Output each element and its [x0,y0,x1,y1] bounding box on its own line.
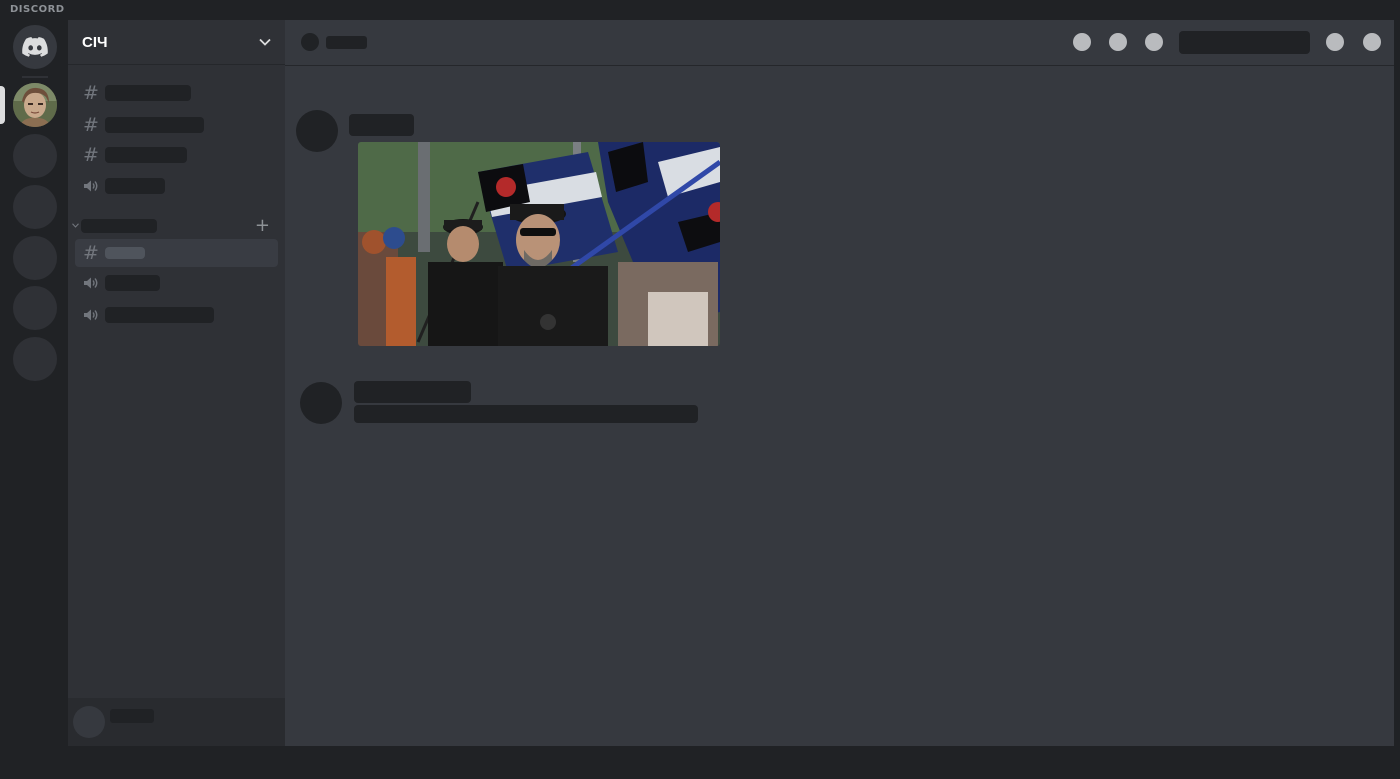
channel-item-voice[interactable] [75,269,278,297]
message-image-attachment[interactable] [358,142,720,346]
speaker-icon [82,179,100,193]
speaker-icon [82,308,100,322]
username-placeholder [110,709,154,723]
hashtag-icon: # [83,114,99,136]
channel-sidebar: СІЧ # # # + # [68,20,285,746]
user-panel [68,698,285,746]
circle-icon[interactable] [1109,33,1127,51]
server-header[interactable]: СІЧ [68,20,285,65]
message-avatar[interactable] [300,382,342,424]
server-name: СІЧ [82,33,108,51]
channel-name-placeholder [105,178,165,194]
chat-area [285,20,1394,746]
circle-icon[interactable] [1363,33,1381,51]
guild-separator [22,76,48,78]
channel-item-voice[interactable] [75,172,278,200]
guild-icon[interactable] [13,337,57,381]
channel-title-placeholder [326,36,367,49]
message-avatar[interactable] [296,110,338,152]
attachment-photo [358,142,720,346]
hashtag-icon: # [83,242,99,264]
channel-name-placeholder [105,147,187,163]
chevron-down-icon [72,221,81,231]
channel-item-text[interactable]: # [75,79,278,107]
discord-app: DISCORD СІЧ # # # + # [0,0,1400,779]
circle-icon[interactable] [1073,33,1091,51]
channel-icon-placeholder [301,33,319,51]
discord-logo-icon [22,37,48,57]
guild-icon[interactable] [13,185,57,229]
circle-icon[interactable] [1145,33,1163,51]
message-text-placeholder [354,405,698,423]
discord-wordmark: DISCORD [10,4,65,15]
category-name-placeholder [81,219,157,233]
channel-name-placeholder [105,117,204,133]
channel-item-text-selected[interactable]: # [75,239,278,267]
hashtag-icon: # [83,82,99,104]
channel-item-text[interactable]: # [75,111,278,139]
user-avatar[interactable] [73,706,105,738]
circle-icon[interactable] [1326,33,1344,51]
search-input[interactable] [1179,31,1310,54]
channel-name-placeholder [105,247,145,259]
selected-guild-indicator [0,86,5,124]
hashtag-icon: # [83,144,99,166]
guild-icon[interactable] [13,134,57,178]
guild-rail [0,20,68,779]
channel-item-text[interactable]: # [75,141,278,169]
chevron-down-icon [259,38,271,46]
channel-item-voice[interactable] [75,301,278,329]
message-author-placeholder [349,114,414,136]
guild-icon-selected[interactable] [13,83,57,127]
home-button[interactable] [13,25,57,69]
guild-avatar-image [13,83,57,127]
channel-name-placeholder [105,275,160,291]
guild-icon[interactable] [13,286,57,330]
guild-icon[interactable] [13,236,57,280]
channel-header [285,20,1394,66]
message-author-placeholder [354,381,471,403]
channel-name-placeholder [105,85,191,101]
channel-name-placeholder [105,307,214,323]
plus-icon[interactable]: + [255,215,270,236]
channel-category[interactable]: + [72,215,278,236]
speaker-icon [82,276,100,290]
